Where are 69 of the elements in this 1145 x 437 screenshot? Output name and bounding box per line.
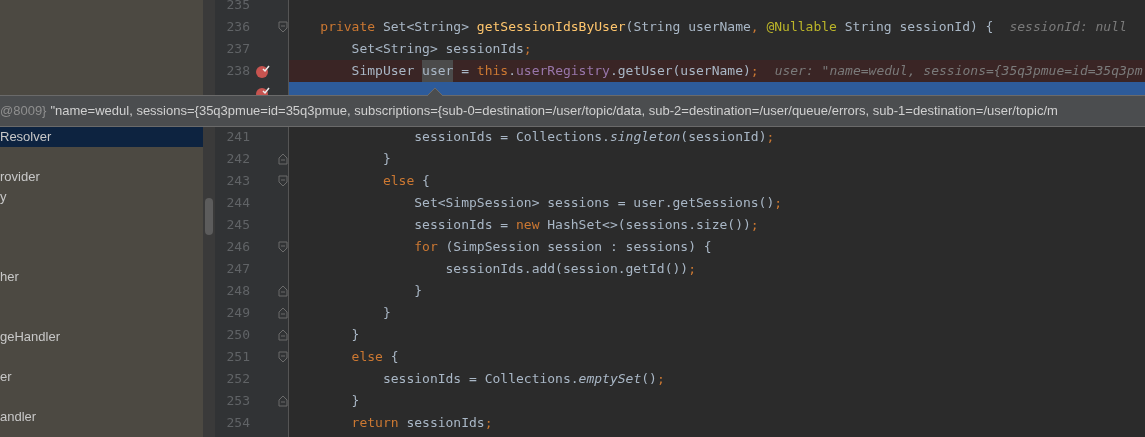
code-punctuation: ,	[750, 18, 760, 36]
code-keyword: this	[476, 62, 509, 80]
code-annotation: @Nullable	[766, 18, 838, 36]
fold-icon[interactable]	[278, 395, 288, 407]
code-text: .getUser(userName)	[609, 62, 751, 80]
code-punctuation: ;	[750, 216, 759, 234]
fold-icon[interactable]	[278, 285, 288, 297]
code-punctuation: ;	[656, 370, 665, 388]
fold-icon[interactable]	[278, 21, 288, 33]
code-text: sessionIds	[406, 414, 485, 432]
code-keyword: for	[413, 238, 439, 256]
tree-item[interactable]: geHandler	[0, 327, 203, 347]
code-text: (sessionId)	[680, 128, 767, 146]
code-punctuation: ;	[523, 40, 532, 58]
code-text: SimpUser	[350, 62, 416, 80]
code-text: Set<SimpSession> sessions = user.getSessions()	[413, 194, 775, 212]
tooltip-text: "name=wedul, sessions={35q3pmue=id=35q3pmue, subscriptions={sub-0=destination=/user/topic/data, sub-2=destination=/user/queue/errors, sub-1=destination=/user/topic/m	[50, 102, 1058, 121]
code-text: }	[381, 150, 391, 168]
tree-item[interactable]: rovider	[0, 167, 203, 187]
code-text: }	[350, 392, 360, 410]
code-keyword: else	[350, 348, 384, 366]
code-keyword: return	[350, 414, 400, 432]
tree-item[interactable]: y	[0, 187, 203, 207]
highlighted-variable: user	[422, 60, 454, 82]
fold-icon[interactable]	[278, 307, 288, 319]
code-text: Set<String>	[382, 18, 470, 36]
code-keyword: private	[319, 18, 377, 36]
fold-icon[interactable]	[278, 241, 288, 253]
code-text: }	[413, 282, 423, 300]
code-keyword: else	[381, 172, 416, 190]
code-text: HashSet<>(sessions.size())	[547, 216, 751, 234]
code-punctuation: ;	[774, 194, 783, 212]
code-text: sessionIds = Collections.	[381, 370, 579, 388]
code-text: (String userName	[625, 18, 751, 36]
tree-item[interactable]: er	[0, 367, 203, 387]
inline-debug-value: sessionId: null	[1009, 18, 1127, 36]
fold-icon[interactable]	[278, 175, 288, 187]
code-text: sessionIds =	[413, 216, 510, 234]
fold-icon[interactable]	[278, 153, 288, 165]
code-field: userRegistry	[516, 60, 610, 82]
code-static-call: singleton	[609, 128, 681, 146]
code-text: }	[381, 304, 391, 322]
code-text: =	[460, 62, 471, 80]
fold-icon[interactable]	[278, 351, 288, 363]
code-text: Set<String> sessionIds	[350, 40, 524, 58]
code-text: }	[350, 326, 360, 344]
code-punctuation: ;	[484, 414, 493, 432]
scrollbar-thumb[interactable]	[205, 198, 213, 235]
code-text: sessionIds = Collections.	[413, 128, 610, 146]
tree-item[interactable]: her	[0, 267, 203, 287]
breakpoint-icon[interactable]	[255, 64, 271, 78]
code-keyword: new	[516, 216, 541, 234]
code-text: ()	[641, 370, 657, 388]
code-punctuation: ;	[688, 260, 696, 278]
code-punctuation: ;	[766, 128, 775, 146]
code-text: {	[422, 172, 430, 190]
tree-item[interactable]: andler	[0, 407, 203, 427]
code-text: sessionIds.add(session.getId())	[444, 260, 689, 278]
inline-debug-value: user: "name=wedul, sessions={35q3pmue=id=35q3pm	[774, 62, 1143, 80]
code-text: (SimpSession session : sessions) {	[445, 238, 712, 256]
code-static-call: emptySet	[578, 370, 642, 388]
code-method-name: getSessionIdsByUser	[476, 18, 626, 36]
code-text: .	[508, 62, 516, 80]
fold-icon[interactable]	[278, 329, 288, 341]
object-id: @8009}	[0, 102, 47, 121]
code-text: String sessionId) {	[844, 18, 994, 36]
code-punctuation: ;	[750, 62, 759, 80]
tree-item[interactable]: Resolver	[0, 127, 203, 147]
code-text: {	[390, 348, 399, 366]
